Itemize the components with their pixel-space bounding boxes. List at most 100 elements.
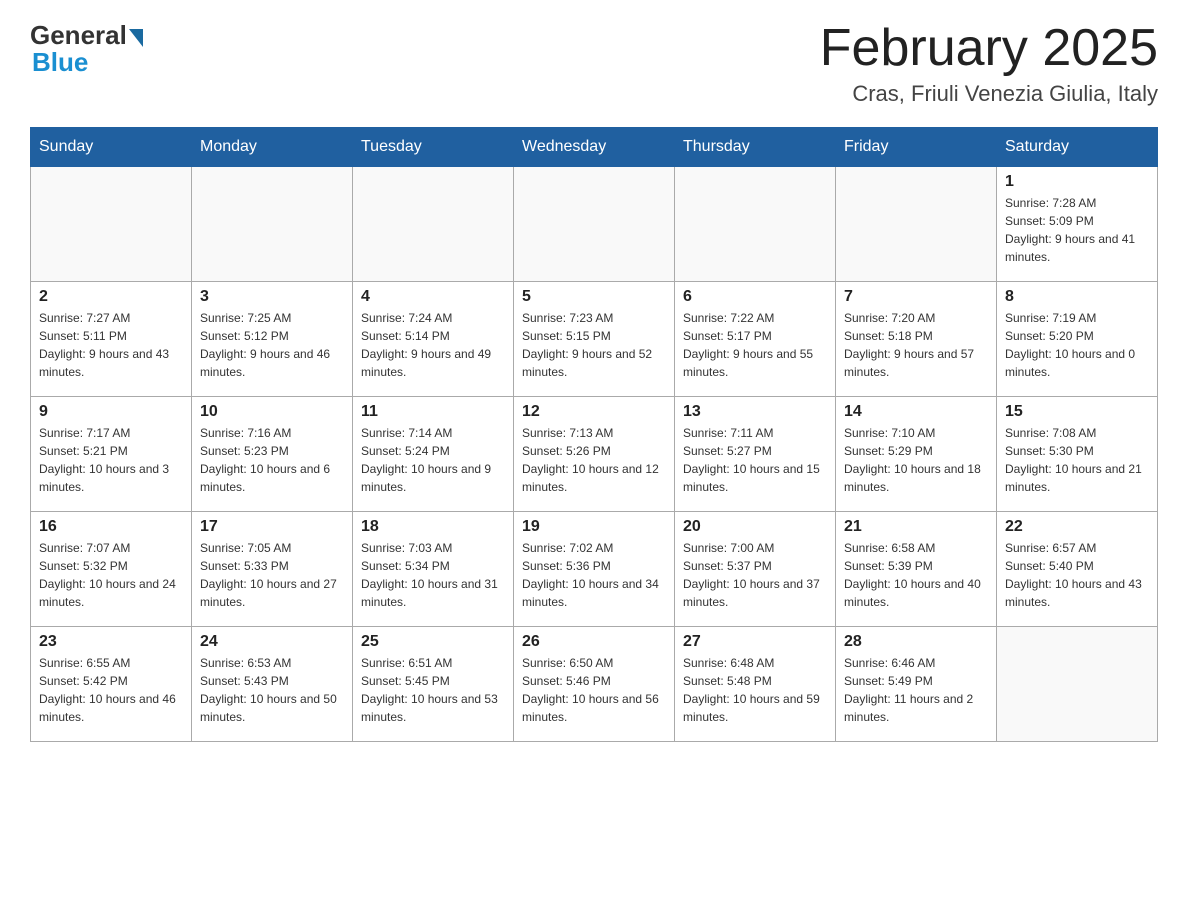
calendar-cell — [192, 167, 353, 282]
weekday-header-thursday: Thursday — [675, 128, 836, 167]
calendar-cell: 5 Sunrise: 7:23 AMSunset: 5:15 PMDaylight… — [514, 282, 675, 397]
calendar-week-1: 1 Sunrise: 7:28 AMSunset: 5:09 PMDaylight… — [31, 167, 1158, 282]
day-info: Sunrise: 7:08 AMSunset: 5:30 PMDaylight:… — [1005, 424, 1149, 496]
calendar-cell — [836, 167, 997, 282]
day-number: 20 — [683, 518, 827, 536]
day-number: 14 — [844, 403, 988, 421]
day-number: 25 — [361, 633, 505, 651]
day-info: Sunrise: 7:05 AMSunset: 5:33 PMDaylight:… — [200, 539, 344, 611]
calendar-week-3: 9 Sunrise: 7:17 AMSunset: 5:21 PMDaylight… — [31, 397, 1158, 512]
day-number: 26 — [522, 633, 666, 651]
calendar-cell: 2Sunrise: 7:27 AMSunset: 5:11 PMDaylight… — [31, 282, 192, 397]
day-number: 12 — [522, 403, 666, 421]
day-number: 4 — [361, 288, 505, 306]
page-header: General Blue February 2025 Cras, Friuli … — [30, 20, 1158, 107]
calendar-cell: 13 Sunrise: 7:11 AMSunset: 5:27 PMDayligh… — [675, 397, 836, 512]
calendar-cell: 4 Sunrise: 7:24 AMSunset: 5:14 PMDaylight… — [353, 282, 514, 397]
calendar-cell: 26 Sunrise: 6:50 AMSunset: 5:46 PMDayligh… — [514, 627, 675, 742]
day-info: Sunrise: 6:51 AMSunset: 5:45 PMDaylight:… — [361, 654, 505, 726]
day-info: Sunrise: 7:00 AMSunset: 5:37 PMDaylight:… — [683, 539, 827, 611]
weekday-header-monday: Monday — [192, 128, 353, 167]
calendar-cell — [675, 167, 836, 282]
day-number: 19 — [522, 518, 666, 536]
day-info: Sunrise: 7:11 AMSunset: 5:27 PMDaylight:… — [683, 424, 827, 496]
day-info: Sunrise: 7:03 AMSunset: 5:34 PMDaylight:… — [361, 539, 505, 611]
calendar-cell: 11 Sunrise: 7:14 AMSunset: 5:24 PMDayligh… — [353, 397, 514, 512]
calendar-cell: 27Sunrise: 6:48 AMSunset: 5:48 PMDayligh… — [675, 627, 836, 742]
day-info: Sunrise: 7:27 AMSunset: 5:11 PMDaylight:… — [39, 309, 183, 381]
calendar-cell — [353, 167, 514, 282]
weekday-header-wednesday: Wednesday — [514, 128, 675, 167]
calendar-week-5: 23 Sunrise: 6:55 AMSunset: 5:42 PMDayligh… — [31, 627, 1158, 742]
day-info: Sunrise: 6:53 AMSunset: 5:43 PMDaylight:… — [200, 654, 344, 726]
day-info: Sunrise: 7:13 AMSunset: 5:26 PMDaylight:… — [522, 424, 666, 496]
calendar-cell: 8 Sunrise: 7:19 AMSunset: 5:20 PMDaylight… — [997, 282, 1158, 397]
day-info: Sunrise: 6:46 AMSunset: 5:49 PMDaylight:… — [844, 654, 988, 726]
day-info: Sunrise: 7:16 AMSunset: 5:23 PMDaylight:… — [200, 424, 344, 496]
calendar-cell: 7 Sunrise: 7:20 AMSunset: 5:18 PMDaylight… — [836, 282, 997, 397]
day-info: Sunrise: 6:57 AMSunset: 5:40 PMDaylight:… — [1005, 539, 1149, 611]
calendar-cell: 21Sunrise: 6:58 AMSunset: 5:39 PMDayligh… — [836, 512, 997, 627]
day-number: 28 — [844, 633, 988, 651]
logo-arrow-icon — [129, 29, 143, 47]
calendar-cell: 15Sunrise: 7:08 AMSunset: 5:30 PMDayligh… — [997, 397, 1158, 512]
calendar-week-2: 2Sunrise: 7:27 AMSunset: 5:11 PMDaylight… — [31, 282, 1158, 397]
day-info: Sunrise: 6:48 AMSunset: 5:48 PMDaylight:… — [683, 654, 827, 726]
day-info: Sunrise: 6:58 AMSunset: 5:39 PMDaylight:… — [844, 539, 988, 611]
day-info: Sunrise: 6:55 AMSunset: 5:42 PMDaylight:… — [39, 654, 183, 726]
weekday-header-friday: Friday — [836, 128, 997, 167]
day-number: 9 — [39, 403, 183, 421]
day-number: 6 — [683, 288, 827, 306]
day-number: 5 — [522, 288, 666, 306]
calendar-cell: 1 Sunrise: 7:28 AMSunset: 5:09 PMDaylight… — [997, 167, 1158, 282]
calendar-cell: 6 Sunrise: 7:22 AMSunset: 5:17 PMDaylight… — [675, 282, 836, 397]
calendar-table: SundayMondayTuesdayWednesdayThursdayFrid… — [30, 127, 1158, 742]
calendar-cell: 17 Sunrise: 7:05 AMSunset: 5:33 PMDayligh… — [192, 512, 353, 627]
title-block: February 2025 Cras, Friuli Venezia Giuli… — [820, 20, 1158, 107]
logo-blue-text: Blue — [30, 47, 88, 78]
location-title: Cras, Friuli Venezia Giulia, Italy — [820, 81, 1158, 107]
day-number: 8 — [1005, 288, 1149, 306]
weekday-header-tuesday: Tuesday — [353, 128, 514, 167]
day-info: Sunrise: 7:24 AMSunset: 5:14 PMDaylight:… — [361, 309, 505, 381]
calendar-week-4: 16 Sunrise: 7:07 AMSunset: 5:32 PMDayligh… — [31, 512, 1158, 627]
calendar-cell — [997, 627, 1158, 742]
day-info: Sunrise: 7:14 AMSunset: 5:24 PMDaylight:… — [361, 424, 505, 496]
day-number: 17 — [200, 518, 344, 536]
weekday-header-row: SundayMondayTuesdayWednesdayThursdayFrid… — [31, 128, 1158, 167]
day-number: 11 — [361, 403, 505, 421]
day-number: 22 — [1005, 518, 1149, 536]
day-number: 10 — [200, 403, 344, 421]
calendar-cell — [514, 167, 675, 282]
calendar-cell: 28 Sunrise: 6:46 AMSunset: 5:49 PMDayligh… — [836, 627, 997, 742]
calendar-cell: 25 Sunrise: 6:51 AMSunset: 5:45 PMDayligh… — [353, 627, 514, 742]
day-number: 1 — [1005, 173, 1149, 191]
day-info: Sunrise: 7:19 AMSunset: 5:20 PMDaylight:… — [1005, 309, 1149, 381]
calendar-cell: 14 Sunrise: 7:10 AMSunset: 5:29 PMDayligh… — [836, 397, 997, 512]
day-info: Sunrise: 7:10 AMSunset: 5:29 PMDaylight:… — [844, 424, 988, 496]
calendar-body: 1 Sunrise: 7:28 AMSunset: 5:09 PMDaylight… — [31, 167, 1158, 742]
day-number: 7 — [844, 288, 988, 306]
weekday-header-saturday: Saturday — [997, 128, 1158, 167]
calendar-cell: 10 Sunrise: 7:16 AMSunset: 5:23 PMDayligh… — [192, 397, 353, 512]
day-info: Sunrise: 7:02 AMSunset: 5:36 PMDaylight:… — [522, 539, 666, 611]
day-number: 13 — [683, 403, 827, 421]
day-info: Sunrise: 7:25 AMSunset: 5:12 PMDaylight:… — [200, 309, 344, 381]
month-title: February 2025 — [820, 20, 1158, 77]
calendar-cell: 9 Sunrise: 7:17 AMSunset: 5:21 PMDaylight… — [31, 397, 192, 512]
day-info: Sunrise: 7:07 AMSunset: 5:32 PMDaylight:… — [39, 539, 183, 611]
day-info: Sunrise: 7:23 AMSunset: 5:15 PMDaylight:… — [522, 309, 666, 381]
calendar-cell: 23 Sunrise: 6:55 AMSunset: 5:42 PMDayligh… — [31, 627, 192, 742]
day-number: 18 — [361, 518, 505, 536]
weekday-header-sunday: Sunday — [31, 128, 192, 167]
day-info: Sunrise: 7:22 AMSunset: 5:17 PMDaylight:… — [683, 309, 827, 381]
day-number: 16 — [39, 518, 183, 536]
day-info: Sunrise: 7:17 AMSunset: 5:21 PMDaylight:… — [39, 424, 183, 496]
calendar-cell: 22 Sunrise: 6:57 AMSunset: 5:40 PMDayligh… — [997, 512, 1158, 627]
day-info: Sunrise: 7:20 AMSunset: 5:18 PMDaylight:… — [844, 309, 988, 381]
calendar-cell: 19 Sunrise: 7:02 AMSunset: 5:36 PMDayligh… — [514, 512, 675, 627]
calendar-cell: 24Sunrise: 6:53 AMSunset: 5:43 PMDayligh… — [192, 627, 353, 742]
day-info: Sunrise: 7:28 AMSunset: 5:09 PMDaylight:… — [1005, 194, 1149, 266]
day-number: 23 — [39, 633, 183, 651]
day-info: Sunrise: 6:50 AMSunset: 5:46 PMDaylight:… — [522, 654, 666, 726]
